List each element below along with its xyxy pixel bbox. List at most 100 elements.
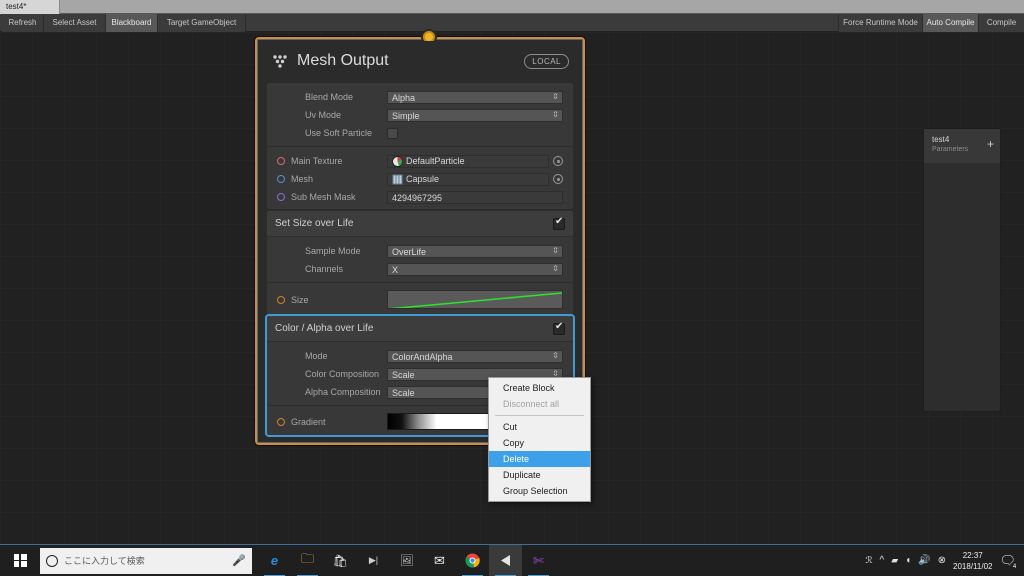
use-soft-particle-checkbox[interactable] (387, 127, 398, 139)
size-curve-field[interactable] (387, 290, 563, 309)
window-tab-strip: test4* (0, 0, 1024, 14)
blackboard-panel[interactable]: test4 Parameters + (923, 128, 1001, 412)
row-uv-mode[interactable]: Uv Mode Simple (267, 107, 573, 123)
mode-label: Mode (305, 351, 328, 361)
node-title: Mesh Output (297, 52, 389, 69)
blackboard-add-parameter-button[interactable]: + (987, 138, 994, 150)
mesh-input-port[interactable] (277, 175, 285, 183)
wifi-icon[interactable]: ◖ (905, 555, 911, 566)
block-color-alpha-over-life-enable-checkbox[interactable] (553, 321, 565, 335)
context-menu-item-duplicate[interactable]: Duplicate (489, 467, 590, 483)
gradient-label: Gradient (291, 416, 326, 427)
gradient-input-port[interactable] (277, 417, 285, 426)
mesh-picker-button[interactable] (553, 174, 563, 184)
editor-tab-test4[interactable]: test4* (0, 0, 60, 14)
use-soft-particle-label: Use Soft Particle (305, 128, 373, 138)
context-menu-item-cut[interactable]: Cut (489, 419, 590, 435)
channels-label: Channels (305, 264, 344, 274)
taskbar-search-box[interactable]: ここに入力して検索 🎤 (40, 547, 252, 574)
taskbar-app-unity[interactable] (489, 544, 522, 576)
blend-mode-dropdown[interactable]: Alpha (387, 90, 563, 104)
action-center-icon[interactable]: 🗨 4 (999, 553, 1019, 571)
taskbar-app-file-explorer[interactable]: 🗀 (291, 545, 324, 576)
taskbar-app-microsoft-store[interactable]: 🛍 (324, 545, 357, 576)
main-texture-input-port[interactable] (277, 157, 285, 165)
row-mesh[interactable]: Mesh Capsule (267, 171, 573, 187)
taskbar-app-photos[interactable]: 🖼 (390, 545, 423, 576)
microphone-icon[interactable]: 🎤 (232, 554, 246, 567)
toolbar-select-asset-button[interactable]: Select Asset (44, 14, 106, 32)
size-label: Size (291, 294, 309, 305)
clock-date: 2018/11/02 (953, 561, 993, 571)
blend-mode-port-spacer (277, 93, 285, 101)
screen: test4* Refresh Select Asset Blackboard T… (0, 0, 1024, 576)
row-main-texture[interactable]: Main Texture DefaultParticle (267, 153, 573, 169)
block-set-size-over-life-enable-checkbox[interactable] (553, 216, 565, 230)
row-size[interactable]: Size (267, 289, 573, 310)
node-settings-body: Blend Mode Alpha Uv Mode Simple Use Soft… (267, 83, 573, 209)
graph-canvas[interactable]: Mesh Output LOCAL Blend Mode Alpha Uv (0, 29, 1024, 544)
channels-dropdown[interactable]: X (387, 262, 563, 276)
node-settings-block: Blend Mode Alpha Uv Mode Simple Use Soft… (267, 83, 573, 209)
block-color-alpha-over-life-header[interactable]: Color / Alpha over Life (267, 316, 573, 342)
node-header[interactable]: Mesh Output LOCAL (259, 41, 581, 81)
mesh-label: Mesh (291, 174, 314, 184)
mesh-value: Capsule (406, 174, 440, 184)
context-menu-item-create-block[interactable]: Create Block (489, 380, 590, 396)
toolbar-compile-button[interactable]: Compile (978, 14, 1024, 32)
context-menu-item-delete[interactable]: Delete (489, 451, 590, 467)
blackboard-title: test4 (932, 135, 950, 144)
block-set-size-over-life[interactable]: Set Size over Life Sample Mode OverLife … (267, 211, 573, 314)
row-use-soft-particle[interactable]: Use Soft Particle (267, 125, 573, 141)
toolbar-force-runtime-mode-toggle[interactable]: Force Runtime Mode (838, 14, 922, 32)
volume-icon[interactable]: 🔊 (918, 555, 930, 566)
sample-mode-label: Sample Mode (305, 246, 361, 256)
people-icon[interactable]: ℛ (865, 555, 872, 566)
mesh-object-field[interactable]: Capsule (387, 172, 549, 186)
main-texture-object-field[interactable]: DefaultParticle (387, 154, 549, 168)
main-texture-value: DefaultParticle (406, 156, 465, 166)
chevron-up-icon[interactable]: ^ (880, 555, 885, 566)
toolbar-auto-compile-toggle[interactable]: Auto Compile (922, 14, 978, 32)
row-sub-mesh-mask[interactable]: Sub Mesh Mask 4294967295 (267, 189, 573, 205)
sample-mode-dropdown[interactable]: OverLife (387, 244, 563, 258)
node-space-badge[interactable]: LOCAL (524, 53, 569, 69)
taskbar-app-visual-studio[interactable]: ✄ (522, 545, 555, 576)
main-texture-label: Main Texture (291, 156, 343, 166)
context-menu-item-copy[interactable]: Copy (489, 435, 590, 451)
taskbar-app-edge[interactable]: e (258, 545, 291, 576)
taskbar-app-media-player[interactable]: ▶| (357, 545, 390, 576)
row-channels[interactable]: Channels X (267, 261, 573, 277)
mode-dropdown[interactable]: ColorAndAlpha (387, 349, 563, 363)
action-center-block-icon[interactable]: ⊗ (938, 555, 946, 566)
taskbar-app-buttons: e 🗀 🛍 ▶| 🖼 ✉ ✄ (258, 544, 555, 576)
toolbar-blackboard-toggle[interactable]: Blackboard (106, 14, 158, 32)
sub-mesh-mask-input[interactable]: 4294967295 (387, 190, 563, 204)
notification-count-badge: 4 (1010, 561, 1019, 571)
start-button[interactable] (0, 545, 40, 576)
battery-icon[interactable]: ▰ (891, 555, 898, 566)
block-set-size-over-life-header[interactable]: Set Size over Life (267, 211, 573, 237)
row-mode[interactable]: Mode ColorAndAlpha (267, 348, 573, 364)
size-input-port[interactable] (277, 295, 285, 304)
sub-mesh-mask-label: Sub Mesh Mask (291, 192, 356, 202)
row-sample-mode[interactable]: Sample Mode OverLife (267, 243, 573, 259)
size-block-divider (267, 282, 573, 283)
block-set-size-over-life-title: Set Size over Life (275, 218, 354, 229)
sub-mesh-mask-input-port[interactable] (277, 193, 285, 201)
sample-mode-port-spacer (277, 247, 285, 255)
soft-particle-port-spacer (277, 129, 285, 137)
context-menu[interactable]: Create Block Disconnect all Cut Copy Del… (488, 377, 591, 502)
uv-mode-dropdown[interactable]: Simple (387, 108, 563, 122)
toolbar-target-gameobject-button[interactable]: Target GameObject (158, 14, 246, 32)
taskbar-app-mail[interactable]: ✉ (423, 545, 456, 576)
mesh-output-icon (271, 54, 289, 68)
toolbar-refresh-button[interactable]: Refresh (2, 14, 44, 32)
blackboard-header: test4 Parameters + (924, 129, 1000, 163)
taskbar-app-chrome[interactable] (456, 545, 489, 576)
context-menu-item-group-selection[interactable]: Group Selection (489, 483, 590, 499)
row-blend-mode[interactable]: Blend Mode Alpha (267, 89, 573, 105)
taskbar-clock[interactable]: 22:37 2018/11/02 (953, 550, 992, 572)
mesh-thumb-icon (392, 174, 403, 185)
main-texture-picker-button[interactable] (553, 156, 563, 166)
